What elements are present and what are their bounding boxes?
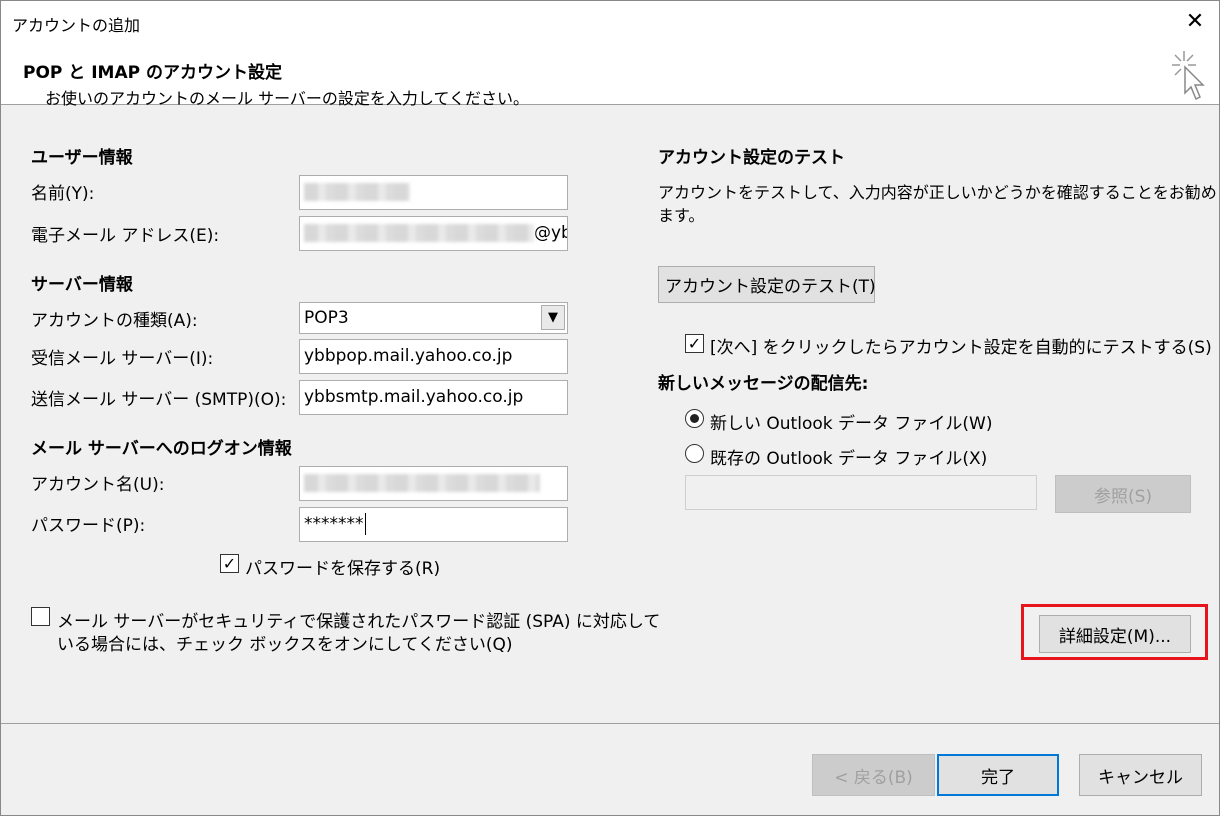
name-label: 名前(Y): [31, 184, 95, 204]
add-account-dialog: アカウントの追加 ✕ POP と IMAP のアカウント設定 お使いのアカウント… [0, 0, 1220, 816]
highlight-box [1021, 604, 1208, 660]
header-title: POP と IMAP のアカウント設定 [23, 63, 282, 83]
dialog-header: POP と IMAP のアカウント設定 お使いのアカウントのメール サーバーの設… [1, 45, 1219, 108]
chevron-down-icon[interactable]: ▼ [541, 305, 565, 330]
new-data-file-radio[interactable] [685, 409, 704, 428]
user-info-heading: ユーザー情報 [31, 148, 133, 168]
password-value: ******* [304, 514, 364, 534]
account-name-input[interactable] [299, 466, 568, 501]
new-data-file-label: 新しい Outlook データ ファイル(W) [710, 414, 993, 434]
back-button[interactable]: < 戻る(B) [812, 754, 935, 796]
spa-label-line2: いる場合には、チェック ボックスをオンにしてください(Q) [57, 635, 513, 655]
account-name-label: アカウント名(U): [31, 475, 165, 495]
test-description-line1: アカウントをテストして、入力内容が正しいかどうかを確認することをお勧めし [658, 183, 1220, 202]
finish-button[interactable]: 完了 [937, 754, 1059, 796]
account-type-value: POP3 [304, 308, 349, 328]
title-bar: アカウントの追加 ✕ [1, 1, 1219, 45]
outgoing-server-label: 送信メール サーバー (SMTP)(O): [31, 390, 287, 410]
logon-info-heading: メール サーバーへのログオン情報 [31, 439, 292, 459]
auto-test-label: [次へ] をクリックしたらアカウント設定を自動的にテストする(S) [710, 338, 1212, 358]
setup-wand-icon [1172, 51, 1205, 101]
outgoing-server-input[interactable]: ybbsmtp.mail.yahoo.co.jp [299, 380, 568, 415]
spa-label-line1: メール サーバーがセキュリティで保護されたパスワード認証 (SPA) に対応して [57, 612, 661, 632]
test-description-line2: ます。 [658, 206, 705, 225]
password-label: パスワード(P): [31, 516, 146, 536]
account-type-label: アカウントの種類(A): [31, 311, 198, 331]
server-info-heading: サーバー情報 [31, 275, 133, 295]
footer-separator [1, 723, 1219, 724]
email-suffix: @yb [534, 223, 567, 243]
browse-button[interactable]: 参照(S) [1055, 475, 1191, 513]
incoming-server-label: 受信メール サーバー(I): [31, 349, 214, 369]
redacted-account-name [304, 474, 540, 492]
existing-data-file-radio[interactable] [685, 444, 704, 463]
password-input[interactable]: ******* [299, 507, 568, 542]
existing-data-file-label: 既存の Outlook データ ファイル(X) [710, 449, 988, 469]
delivery-heading: 新しいメッセージの配信先: [658, 374, 869, 394]
close-icon[interactable]: ✕ [1183, 9, 1207, 34]
auto-test-checkbox[interactable]: ✓ [685, 334, 704, 353]
email-input[interactable]: @yb [299, 216, 568, 251]
save-password-checkbox[interactable]: ✓ [220, 554, 239, 573]
name-input[interactable] [299, 175, 568, 210]
header-subtitle: お使いのアカウントのメール サーバーの設定を入力してください。 [45, 89, 529, 108]
spa-checkbox[interactable] [31, 607, 50, 626]
redacted-name [304, 183, 410, 201]
data-file-path-input[interactable] [685, 475, 1037, 510]
test-account-button[interactable]: アカウント設定のテスト(T) [658, 266, 876, 303]
incoming-server-input[interactable]: ybbpop.mail.yahoo.co.jp [299, 339, 568, 374]
account-type-select[interactable]: POP3 ▼ [299, 302, 568, 334]
redacted-email [304, 224, 534, 242]
save-password-label: パスワードを保存する(R) [245, 559, 441, 579]
email-label: 電子メール アドレス(E): [31, 226, 220, 246]
test-heading: アカウント設定のテスト [658, 148, 845, 168]
cancel-button[interactable]: キャンセル [1079, 754, 1202, 796]
text-cursor [364, 513, 366, 535]
window-title: アカウントの追加 [12, 16, 141, 35]
